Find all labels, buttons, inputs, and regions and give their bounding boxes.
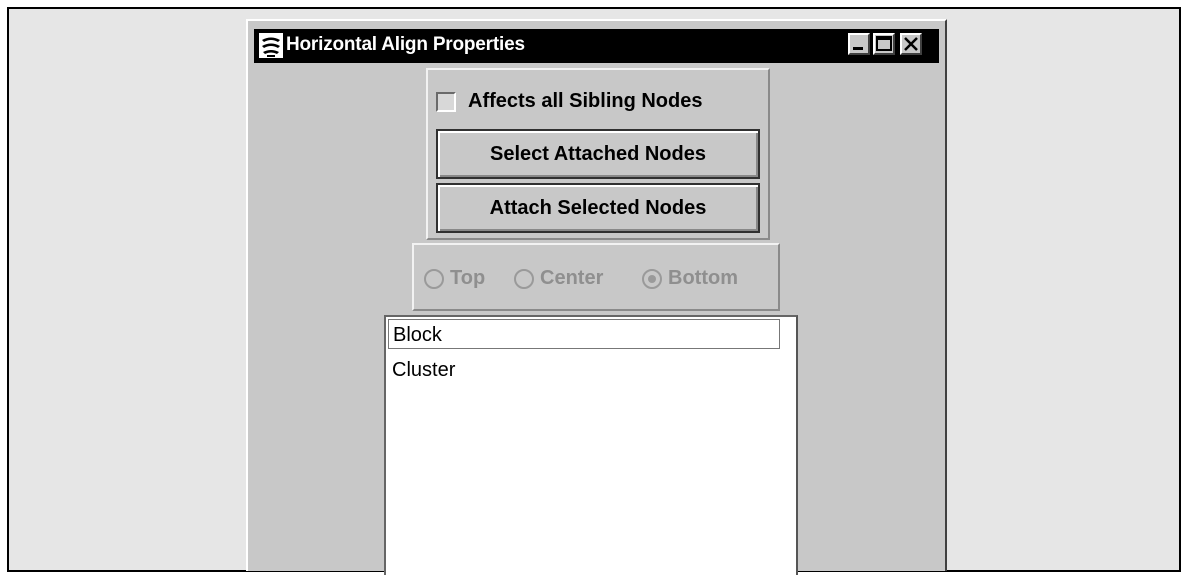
radio-center-label: Center (540, 267, 604, 289)
maximize-button[interactable] (873, 33, 895, 55)
vertical-alignment-group: Top Center Bottom (412, 243, 780, 311)
close-button[interactable] (900, 33, 922, 55)
select-attached-nodes-button[interactable]: Select Attached Nodes (436, 129, 760, 179)
properties-window: Horizontal Align Properties Affects all … (246, 19, 947, 575)
title-bar[interactable]: Horizontal Align Properties (254, 29, 939, 63)
checkbox-box[interactable] (436, 92, 456, 112)
window-title: Horizontal Align Properties (286, 34, 525, 55)
close-icon (904, 37, 918, 51)
list-item-block[interactable]: Block (388, 319, 780, 349)
java-app-icon (259, 33, 283, 58)
node-options-group: Affects all Sibling Nodes Select Attache… (426, 68, 770, 240)
radio-circle[interactable] (514, 269, 534, 289)
list-item-cluster[interactable]: Cluster (388, 355, 455, 385)
radio-circle[interactable] (424, 269, 444, 289)
radio-selected-dot (648, 275, 656, 283)
node-type-list[interactable]: Block Cluster (384, 315, 798, 575)
maximize-icon (876, 36, 892, 51)
minimize-button[interactable] (848, 33, 870, 55)
affects-siblings-label: Affects all Sibling Nodes (468, 90, 703, 112)
minimize-icon (853, 47, 863, 50)
radio-bottom-label: Bottom (668, 267, 738, 289)
radio-top-label: Top (450, 267, 486, 289)
radio-circle[interactable] (642, 269, 662, 289)
attach-selected-nodes-button[interactable]: Attach Selected Nodes (436, 183, 760, 233)
